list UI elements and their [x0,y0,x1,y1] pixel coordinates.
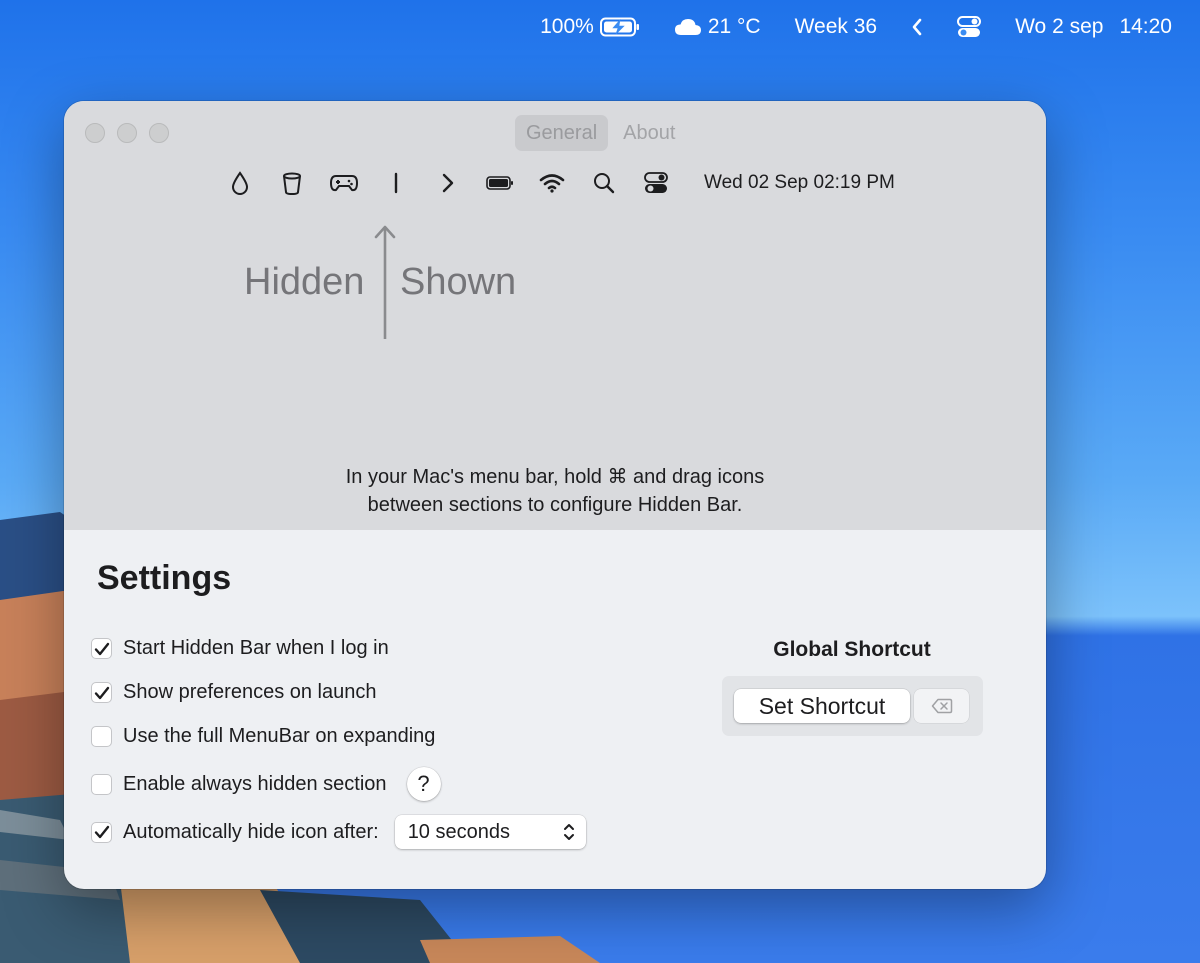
week-label: Week 36 [794,15,878,38]
weather-status[interactable]: 21 °C [674,0,761,54]
always-hidden-checkbox[interactable] [91,773,112,795]
wifi-icon [526,165,578,201]
checkmark-icon [94,642,109,655]
separator-bar-icon [370,165,422,201]
clear-shortcut-button[interactable] [914,689,969,723]
chevron-left-icon [912,18,922,36]
control-center-icon [957,16,982,37]
control-center[interactable] [957,0,982,54]
menubar-clock[interactable]: Wo 2 sep 14:20 [1015,0,1172,54]
start-at-login-checkbox[interactable] [91,638,112,659]
shown-section-label: Shown [400,261,517,303]
help-button[interactable]: ? [406,767,441,801]
menubar-time: 14:20 [1119,15,1172,38]
instructions-line-1: In your Mac's menu bar, hold ⌘ and drag … [345,466,765,488]
option-always-hidden: Enable always hidden section ? [91,767,441,801]
settings-title: Settings [97,559,232,597]
cloud-icon [674,19,701,35]
preferences-window: General About Wed 02 Sep 02:19 PM Hidden… [64,101,1046,889]
option-show-preferences: Show preferences on launch [91,681,377,704]
week-number[interactable]: Week 36 [795,0,878,54]
drop-icon [214,165,266,201]
battery-icon [474,165,526,201]
show-preferences-label: Show preferences on launch [123,681,377,703]
battery-status[interactable]: 100% [540,0,640,54]
cylinder-icon [266,165,318,201]
hidden-bar-toggle[interactable] [911,0,923,54]
start-at-login-label: Start Hidden Bar when I log in [123,637,389,659]
hidden-section-label: Hidden [244,261,365,303]
weather-temperature: 21 °C [707,15,761,38]
window-controls [85,123,181,143]
battery-charging-icon [599,17,639,37]
show-preferences-checkbox[interactable] [91,682,112,703]
checkmark-icon [94,686,109,699]
option-auto-hide: Automatically hide icon after: 10 second… [91,815,586,849]
preview-pane: General About Wed 02 Sep 02:19 PM Hidden… [64,101,1046,530]
battery-percent: 100% [540,15,594,38]
tab-bar: General About [515,115,690,151]
auto-hide-label: Automatically hide icon after: [123,820,379,843]
gamepad-icon [318,165,370,201]
up-down-chevron-icon [563,824,574,840]
auto-hide-checkbox[interactable] [91,821,112,843]
minimize-window-button[interactable] [117,123,137,143]
option-start-at-login: Start Hidden Bar when I log in [91,637,389,660]
close-window-button[interactable] [85,123,105,143]
shortcut-recorder: Set Shortcut [722,676,983,736]
option-full-menubar: Use the full MenuBar on expanding [91,725,435,748]
hide-delay-select[interactable]: 10 seconds [394,815,586,849]
zoom-window-button[interactable] [149,123,169,143]
control-center-icon [630,165,682,201]
instructions-line-2: between sections to configure Hidden Bar… [367,494,743,516]
delete-backward-icon [931,698,952,714]
search-icon [578,165,630,201]
preview-datetime: Wed 02 Sep 02:19 PM [704,172,895,193]
system-menu-bar: 100% 21 °C Week 36 Wo 2 sep 14:20 [0,0,1200,54]
menubar-date: Wo 2 sep [1015,15,1104,38]
global-shortcut-title: Global Shortcut [773,638,931,661]
up-arrow-icon [374,225,396,339]
checkmark-icon [94,825,109,839]
tab-general[interactable]: General [515,115,609,151]
hide-delay-value: 10 seconds [407,820,510,843]
set-shortcut-button[interactable]: Set Shortcut [734,689,910,723]
full-menubar-label: Use the full MenuBar on expanding [123,725,436,747]
tab-about[interactable]: About [612,115,686,151]
instructions-text: In your Mac's menu bar, hold ⌘ and drag … [64,463,1046,519]
chevron-right-icon [422,165,474,201]
full-menubar-checkbox[interactable] [91,726,112,747]
menubar-preview: Wed 02 Sep 02:19 PM [214,165,895,201]
always-hidden-label: Enable always hidden section [123,772,387,795]
